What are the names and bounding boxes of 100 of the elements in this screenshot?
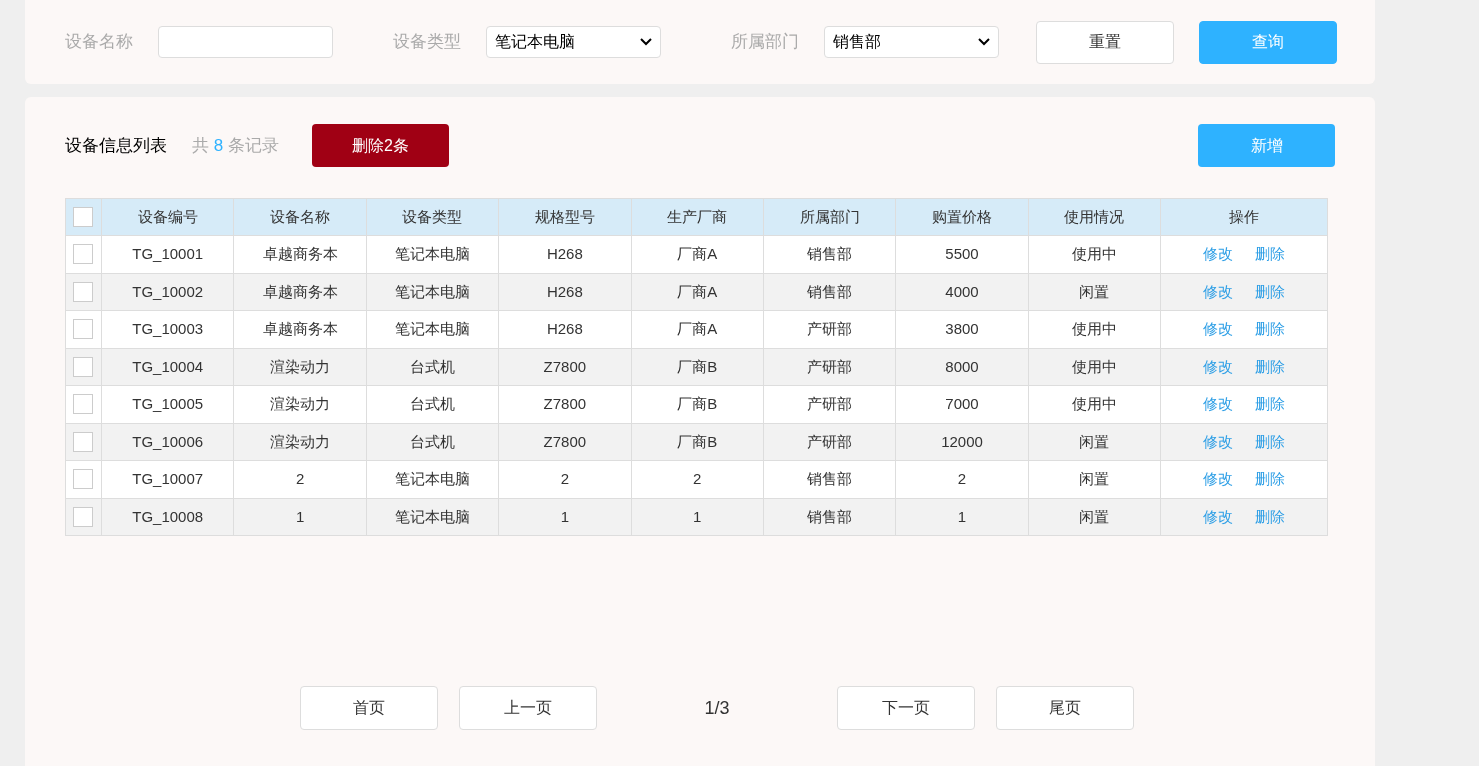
table-cell: 笔记本电脑: [366, 498, 499, 536]
select-field[interactable]: 笔记本电脑: [486, 26, 661, 58]
filter-label: 所属部门: [731, 31, 799, 54]
table-cell: 5500: [895, 235, 1029, 273]
checkbox[interactable]: [73, 281, 94, 302]
table-cell: 2: [498, 460, 632, 498]
table-cell: 闲置: [1028, 423, 1161, 461]
delete-link[interactable]: 删除: [1255, 395, 1286, 412]
filter-label: 设备类型: [393, 31, 461, 54]
edit-link[interactable]: 修改: [1203, 507, 1234, 525]
table-cell: 1: [895, 498, 1029, 536]
column-header: 购置价格: [895, 198, 1029, 236]
table-cell: 笔记本电脑: [366, 310, 499, 348]
table-cell: 厂商A: [631, 310, 764, 348]
table-cell: 台式机: [366, 423, 499, 461]
column-header: 设备编号: [101, 198, 234, 236]
delete-link[interactable]: 删除: [1255, 245, 1286, 262]
checkbox[interactable]: [73, 319, 94, 340]
table-cell: 卓越商务本: [233, 235, 367, 273]
table-cell: 销售部: [763, 460, 896, 498]
table-cell: 使用中: [1028, 385, 1161, 423]
checkbox[interactable]: [73, 394, 94, 415]
table-cell: Z7800: [498, 423, 632, 461]
filter-label: 设备名称: [65, 31, 133, 54]
table-cell: TG_10002: [101, 273, 234, 311]
list-title: 设备信息列表: [65, 134, 167, 157]
edit-link[interactable]: 修改: [1203, 357, 1234, 375]
chevron-down-icon: [640, 38, 652, 46]
table-cell: 12000: [895, 423, 1029, 461]
edit-link[interactable]: 修改: [1203, 320, 1234, 337]
table-cell: 台式机: [366, 385, 499, 423]
reset-button[interactable]: 重置: [1036, 20, 1174, 64]
table-cell: H268: [498, 310, 632, 348]
table-cell: 使用中: [1028, 310, 1161, 348]
table-cell: 闲置: [1028, 498, 1161, 536]
checkbox[interactable]: [73, 244, 94, 265]
edit-link[interactable]: 修改: [1203, 470, 1234, 487]
checkbox[interactable]: [73, 356, 94, 377]
table-cell: 渲染动力: [233, 423, 367, 461]
table-cell: 产研部: [763, 310, 896, 348]
table-cell: 1: [498, 498, 632, 536]
delete-link[interactable]: 删除: [1255, 470, 1286, 487]
delete-link[interactable]: 删除: [1255, 320, 1286, 337]
table-cell: 2: [895, 460, 1029, 498]
table-cell: TG_10001: [101, 235, 234, 273]
column-header: 规格型号: [498, 198, 632, 236]
column-header: 所属部门: [763, 198, 896, 236]
page-button[interactable]: 下一页: [837, 686, 975, 730]
table-cell: 1: [631, 498, 764, 536]
table-cell: 厂商A: [631, 273, 764, 311]
table-cell: 笔记本电脑: [366, 235, 499, 273]
chevron-down-icon: [978, 38, 990, 46]
checkbox[interactable]: [73, 431, 94, 452]
table-cell: 2: [631, 460, 764, 498]
table-cell: TG_10006: [101, 423, 234, 461]
delete-button[interactable]: 删除2条: [311, 124, 449, 167]
table-cell: 销售部: [763, 498, 896, 536]
table-cell: 厂商A: [631, 235, 764, 273]
column-header: 使用情况: [1028, 198, 1161, 236]
table-cell: TG_10007: [101, 460, 234, 498]
table-cell: Z7800: [498, 385, 632, 423]
table-cell: 卓越商务本: [233, 273, 367, 311]
table-cell: 销售部: [763, 273, 896, 311]
table-cell: H268: [498, 273, 632, 311]
add-button[interactable]: 新增: [1198, 124, 1335, 167]
page-button[interactable]: 上一页: [459, 686, 597, 730]
edit-link[interactable]: 修改: [1203, 282, 1234, 300]
input-field[interactable]: [158, 26, 333, 58]
table-cell: 3800: [895, 310, 1029, 348]
checkbox[interactable]: [73, 207, 94, 227]
record-count: 共 8 条记录: [192, 134, 279, 157]
table-cell: 使用中: [1028, 235, 1161, 273]
table-cell: TG_10004: [101, 348, 234, 386]
table-cell: 厂商B: [631, 348, 764, 386]
table-cell: TG_10008: [101, 498, 234, 536]
select-field[interactable]: 销售部: [824, 26, 999, 58]
delete-link[interactable]: 删除: [1255, 432, 1286, 450]
search-button[interactable]: 查询: [1199, 20, 1337, 64]
edit-link[interactable]: 修改: [1203, 245, 1234, 262]
delete-link[interactable]: 删除: [1255, 282, 1286, 300]
table-cell: TG_10003: [101, 310, 234, 348]
page-indicator: 1/3: [703, 696, 731, 720]
table-cell: 渲染动力: [233, 348, 367, 386]
delete-link[interactable]: 删除: [1255, 357, 1286, 375]
table-cell: 销售部: [763, 235, 896, 273]
table-cell: 产研部: [763, 385, 896, 423]
table-cell: 产研部: [763, 348, 896, 386]
page-button[interactable]: 首页: [300, 686, 438, 730]
table-cell: 产研部: [763, 423, 896, 461]
checkbox[interactable]: [73, 506, 94, 527]
table-cell: 渲染动力: [233, 385, 367, 423]
table-cell: 使用中: [1028, 348, 1161, 386]
checkbox[interactable]: [73, 469, 94, 490]
page-button[interactable]: 尾页: [996, 686, 1134, 730]
edit-link[interactable]: 修改: [1203, 395, 1234, 412]
table-cell: 笔记本电脑: [366, 460, 499, 498]
delete-link[interactable]: 删除: [1255, 507, 1286, 525]
table-cell: 7000: [895, 385, 1029, 423]
edit-link[interactable]: 修改: [1203, 432, 1234, 450]
table-cell: 闲置: [1028, 460, 1161, 498]
